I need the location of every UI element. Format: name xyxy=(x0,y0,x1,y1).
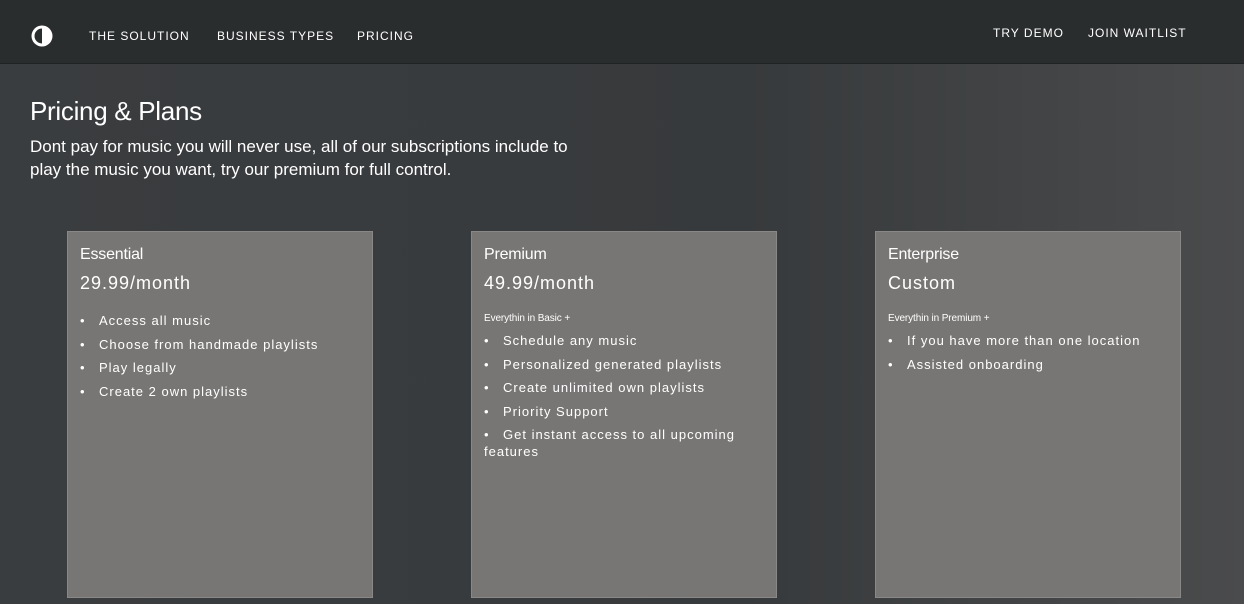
plan-price: 49.99/month xyxy=(484,273,596,293)
feature-item: • Get instant access to all upcoming feat… xyxy=(484,426,768,460)
feature-text: Get instant access to all upcoming featu… xyxy=(484,427,735,459)
bullet-icon: • xyxy=(484,356,490,372)
feature-text: Create unlimited own playlists xyxy=(503,380,705,395)
feature-text: Assisted onboarding xyxy=(907,356,1044,372)
feature-text: If you have more than one location xyxy=(907,333,1141,348)
bullet-icon: • xyxy=(888,333,894,348)
plan-card-essential[interactable]: Essential 29.99/month • Access all music … xyxy=(67,231,373,598)
feature-list: • Schedule any music • Personalized genera… xyxy=(484,332,768,467)
feature-item: • Priority Support xyxy=(484,403,768,420)
feature-item: • Personalized generated playlists xyxy=(484,356,768,373)
plan-includes-note: Everythin in Premium + xyxy=(888,313,990,324)
nav-link-the-solution[interactable]: THE SOLUTION xyxy=(89,29,190,43)
feature-text: Choose from handmade playlists xyxy=(99,336,319,352)
plan-card-enterprise[interactable]: Enterprise Custom Everythin in Premium +… xyxy=(875,231,1181,598)
feature-text: Schedule any music xyxy=(503,333,638,348)
plan-includes-note: Everythin in Basic + xyxy=(484,313,571,324)
bullet-icon: • xyxy=(80,383,86,399)
nav-link-business-types[interactable]: BUSINESS TYPES xyxy=(217,29,334,43)
feature-text: Create 2 own playlists xyxy=(99,383,249,399)
bullet-icon: • xyxy=(484,403,490,419)
feature-text: Play legally xyxy=(99,360,177,375)
feature-item: • Choose from handmade playlists xyxy=(80,336,364,353)
plan-name: Premium xyxy=(484,246,547,263)
plan-name: Essential xyxy=(80,246,144,263)
feature-item: • If you have more than one location xyxy=(888,332,1172,349)
bullet-icon: • xyxy=(484,333,490,348)
join-waitlist-link[interactable]: JOIN WAITLIST xyxy=(1088,26,1187,40)
feature-list: • If you have more than one location • Ass… xyxy=(888,332,1172,379)
feature-text: Access all music xyxy=(99,313,212,328)
brand-logo-icon[interactable] xyxy=(31,25,53,47)
plan-card-premium[interactable]: Premium 49.99/month Everythin in Basic +… xyxy=(471,231,777,598)
bullet-icon: • xyxy=(80,336,86,352)
pricing-page: THE SOLUTION BUSINESS TYPES PRICING TRY … xyxy=(0,0,1244,604)
feature-item: • Schedule any music xyxy=(484,332,768,349)
bullet-icon: • xyxy=(484,380,490,395)
feature-item: • Play legally xyxy=(80,359,364,376)
plan-price: 29.99/month xyxy=(80,273,192,293)
feature-list: • Access all music • Choose from handmade … xyxy=(80,312,364,406)
feature-text: Priority Support xyxy=(503,403,609,419)
plan-price: Custom xyxy=(888,273,957,293)
bullet-icon: • xyxy=(80,360,86,375)
feature-item: • Create 2 own playlists xyxy=(80,383,364,400)
nav-link-pricing[interactable]: PRICING xyxy=(357,29,414,43)
bullet-icon: • xyxy=(888,356,894,372)
feature-item: • Create unlimited own playlists xyxy=(484,379,768,396)
feature-text: Personalized generated playlists xyxy=(503,356,723,372)
try-demo-link[interactable]: TRY DEMO xyxy=(993,26,1064,40)
top-navigation-bar: THE SOLUTION BUSINESS TYPES PRICING TRY … xyxy=(0,0,1244,64)
page-subtitle: Dont pay for music you will never use, a… xyxy=(30,137,568,179)
page-title: Pricing & Plans xyxy=(30,96,202,126)
feature-item: • Assisted onboarding xyxy=(888,356,1172,373)
bullet-icon: • xyxy=(80,313,86,328)
plan-name: Enterprise xyxy=(888,246,959,263)
feature-item: • Access all music xyxy=(80,312,364,329)
bullet-icon: • xyxy=(484,427,490,442)
